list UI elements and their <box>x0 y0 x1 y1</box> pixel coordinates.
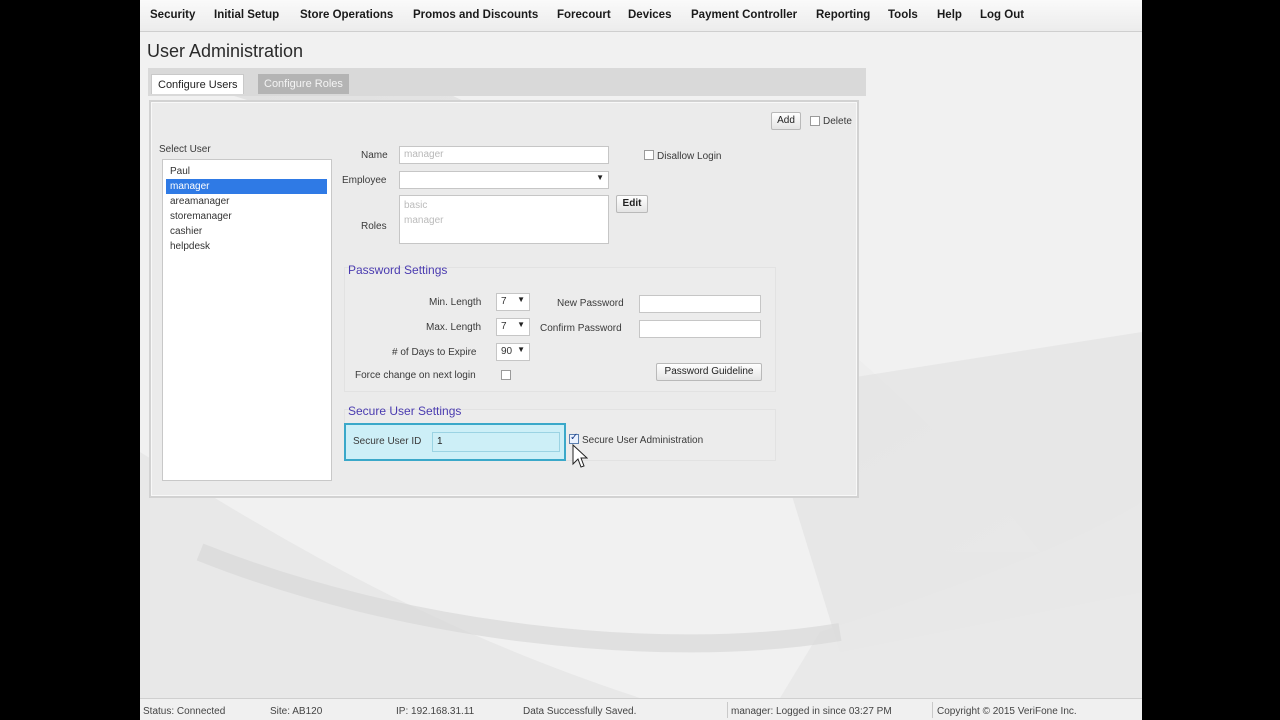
disallow-login-checkbox[interactable] <box>644 150 654 160</box>
delete-checkbox[interactable] <box>810 116 820 126</box>
days-to-expire-value: 90 <box>501 346 513 357</box>
status-message: Data Successfully Saved. <box>523 706 637 717</box>
employee-label: Employee <box>342 175 387 186</box>
menu-reporting[interactable]: Reporting <box>816 9 870 21</box>
max-length-label: Max. Length <box>426 322 482 333</box>
employee-select[interactable]: ▼ <box>399 171 609 189</box>
secure-user-settings-title: Secure User Settings <box>348 404 462 418</box>
new-password-field[interactable] <box>639 295 761 313</box>
status-bar: Status: Connected Site: AB120 IP: 192.16… <box>140 698 1142 720</box>
menu-initial-setup[interactable]: Initial Setup <box>214 9 279 21</box>
edit-roles-button[interactable]: Edit <box>616 195 648 213</box>
status-divider <box>727 702 728 718</box>
application-window: Security Initial Setup Store Operations … <box>140 0 1142 720</box>
tab-configure-roles[interactable]: Configure Roles <box>258 74 349 94</box>
user-item-paul[interactable]: Paul <box>166 164 327 179</box>
secure-user-id-highlight: Secure User ID 1 <box>344 423 566 461</box>
name-label: Name <box>361 150 388 161</box>
checkmark-icon: ✓ <box>570 432 579 443</box>
secure-user-admin-checkbox[interactable]: ✓ <box>569 432 579 444</box>
password-guideline-button[interactable]: Password Guideline <box>656 363 762 381</box>
menu-payment-controller[interactable]: Payment Controller <box>691 9 797 21</box>
min-length-select[interactable]: 7 ▼ <box>496 293 530 311</box>
menu-help[interactable]: Help <box>937 9 962 21</box>
chevron-down-icon: ▼ <box>517 345 525 354</box>
force-change-label: Force change on next login <box>355 370 476 381</box>
confirm-password-label: Confirm Password <box>540 323 622 334</box>
chevron-down-icon: ▼ <box>517 295 525 304</box>
status-divider <box>932 702 933 718</box>
max-length-select[interactable]: 7 ▼ <box>496 318 530 336</box>
secure-user-admin-label: Secure User Administration <box>582 435 704 446</box>
status-ip: IP: 192.168.31.11 <box>396 706 475 717</box>
max-length-value: 7 <box>501 321 507 332</box>
user-item-areamanager[interactable]: areamanager <box>166 194 327 209</box>
role-item-manager[interactable]: manager <box>404 213 604 228</box>
user-item-storemanager[interactable]: storemanager <box>166 209 327 224</box>
disallow-login-label: Disallow Login <box>657 151 722 162</box>
min-length-value: 7 <box>501 296 507 307</box>
menu-tools[interactable]: Tools <box>888 9 918 21</box>
user-list[interactable]: Paul manager areamanager storemanager ca… <box>162 159 332 481</box>
confirm-password-field[interactable] <box>639 320 761 338</box>
menu-bar: Security Initial Setup Store Operations … <box>140 0 1142 32</box>
tab-strip: Configure Users Configure Roles <box>148 68 866 96</box>
chevron-down-icon: ▼ <box>517 320 525 329</box>
configure-users-panel: Add Delete Select User Paul manager area… <box>149 100 859 498</box>
user-item-helpdesk[interactable]: helpdesk <box>166 239 327 254</box>
status-site: Site: AB120 <box>270 706 323 717</box>
password-settings-title: Password Settings <box>348 263 448 277</box>
role-item-basic[interactable]: basic <box>404 198 604 213</box>
menu-forecourt[interactable]: Forecourt <box>557 9 611 21</box>
select-user-label: Select User <box>159 144 211 155</box>
page-title: User Administration <box>147 41 304 61</box>
user-item-manager[interactable]: manager <box>166 179 327 194</box>
chevron-down-icon: ▼ <box>596 173 604 182</box>
add-button[interactable]: Add <box>771 112 801 130</box>
status-login: manager: Logged in since 03:27 PM <box>731 706 892 717</box>
name-field[interactable]: manager <box>399 146 609 164</box>
new-password-label: New Password <box>557 298 624 309</box>
menu-security[interactable]: Security <box>150 9 195 21</box>
menu-promos-and-discounts[interactable]: Promos and Discounts <box>413 9 538 21</box>
tab-configure-users[interactable]: Configure Users <box>151 74 245 94</box>
menu-log-out[interactable]: Log Out <box>980 9 1024 21</box>
mouse-cursor-icon <box>572 444 588 468</box>
secure-user-id-field[interactable]: 1 <box>432 432 560 452</box>
user-item-cashier[interactable]: cashier <box>166 224 327 239</box>
force-change-checkbox[interactable] <box>501 370 511 380</box>
roles-label: Roles <box>361 221 387 232</box>
menu-store-operations[interactable]: Store Operations <box>300 9 393 21</box>
days-to-expire-select[interactable]: 90 ▼ <box>496 343 530 361</box>
menu-devices[interactable]: Devices <box>628 9 671 21</box>
days-to-expire-label: # of Days to Expire <box>392 347 477 358</box>
status-connection: Status: Connected <box>143 706 226 717</box>
status-copyright: Copyright © 2015 VeriFone Inc. <box>937 706 1077 717</box>
roles-list[interactable]: basic manager <box>399 195 609 244</box>
delete-label: Delete <box>823 116 852 127</box>
min-length-label: Min. Length <box>429 297 482 308</box>
secure-user-id-label: Secure User ID <box>353 436 422 447</box>
